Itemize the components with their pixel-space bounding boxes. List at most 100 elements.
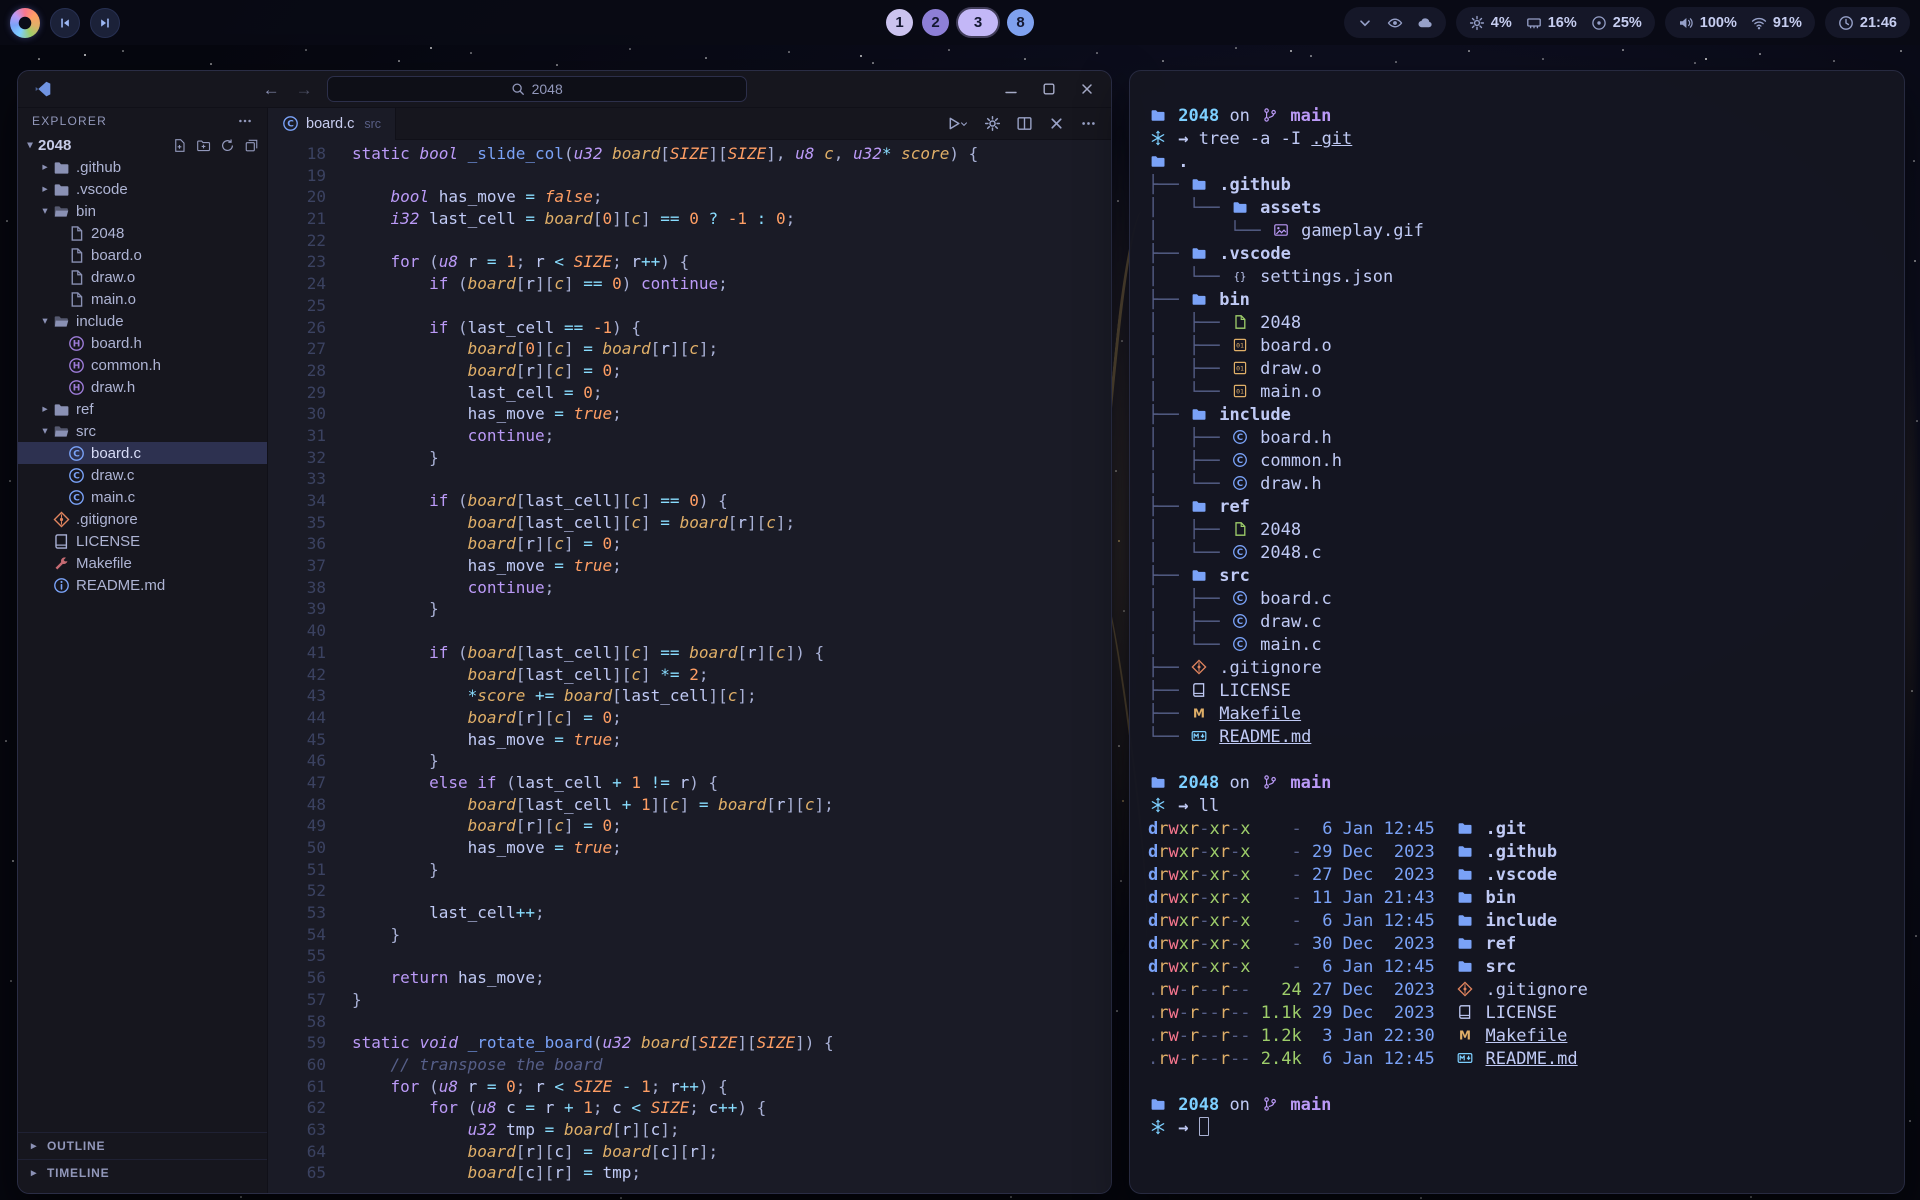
code-line[interactable]: 31 continue; (268, 425, 1111, 447)
tree-item-.github[interactable]: ▸.github (18, 156, 267, 178)
tree-item-draw.c[interactable]: Cdraw.c (18, 464, 267, 486)
code-line[interactable]: 44 board[r][c] = 0; (268, 707, 1111, 729)
tree-item-2048[interactable]: ▾2048 (18, 134, 267, 156)
code-line[interactable]: 20 bool has_move = false; (268, 186, 1111, 208)
workspace-2[interactable]: 2 (922, 9, 949, 36)
code-line[interactable]: 22 (268, 230, 1111, 252)
code-line[interactable]: 64 board[r][c] = board[c][r]; (268, 1141, 1111, 1163)
search-box[interactable]: 2048 (327, 76, 747, 102)
code-line[interactable]: 42 board[last_cell][c] *= 2; (268, 664, 1111, 686)
tree-item-common.h[interactable]: Hcommon.h (18, 354, 267, 376)
code-line[interactable]: 58 (268, 1011, 1111, 1033)
tree-item-board.c[interactable]: Cboard.c (18, 442, 267, 464)
settings-gear-icon[interactable] (984, 115, 1001, 132)
code-line[interactable]: 23 for (u8 r = 1; r < SIZE; r++) { (268, 251, 1111, 273)
tree-item-.gitignore[interactable]: .gitignore (18, 508, 267, 530)
terminal-window[interactable]: 2048 on main → tree -a -I .git .├── .git… (1129, 70, 1905, 1194)
tab-board-c[interactable]: C board.c src (268, 108, 396, 140)
code-line[interactable]: 50 has_move = true; (268, 837, 1111, 859)
tree-item-board.h[interactable]: Hboard.h (18, 332, 267, 354)
more-actions-icon[interactable] (1080, 115, 1097, 132)
code-line[interactable]: 45 has_move = true; (268, 729, 1111, 751)
code-line[interactable]: 62 for (u8 c = r + 1; c < SIZE; c++) { (268, 1097, 1111, 1119)
code-line[interactable]: 49 board[r][c] = 0; (268, 815, 1111, 837)
tree-item-LICENSE[interactable]: LICENSE (18, 530, 267, 552)
tree-item-main.o[interactable]: main.o (18, 288, 267, 310)
tree-item-README.md[interactable]: README.md (18, 574, 267, 596)
minimize-button[interactable] (1003, 81, 1019, 97)
code-line[interactable]: 24 if (board[r][c] == 0) continue; (268, 273, 1111, 295)
clock-group[interactable]: 21:46 (1825, 7, 1910, 38)
workspace-3[interactable]: 3 (958, 9, 998, 36)
code-line[interactable]: 57} (268, 989, 1111, 1011)
code-line[interactable]: 27 board[0][c] = board[r][c]; (268, 338, 1111, 360)
split-editor-icon[interactable] (1016, 115, 1033, 132)
tree-item-bin[interactable]: ▾bin (18, 200, 267, 222)
code-line[interactable]: 25 (268, 295, 1111, 317)
audio-network-group[interactable]: 100%91% (1665, 7, 1815, 38)
tree-item-Makefile[interactable]: Makefile (18, 552, 267, 574)
code-line[interactable]: 30 has_move = true; (268, 403, 1111, 425)
tree-item-src[interactable]: ▾src (18, 420, 267, 442)
media-prev-button[interactable] (50, 8, 80, 38)
code-line[interactable]: 54 } (268, 924, 1111, 946)
code-line[interactable]: 55 (268, 945, 1111, 967)
code-line[interactable]: 32 } (268, 447, 1111, 469)
outline-panel[interactable]: ▸OUTLINE (18, 1133, 267, 1159)
code-line[interactable]: 56 return has_move; (268, 967, 1111, 989)
tree-item-main.c[interactable]: Cmain.c (18, 486, 267, 508)
code-line[interactable]: 33 (268, 468, 1111, 490)
code-line[interactable]: 65 board[c][r] = tmp; (268, 1162, 1111, 1184)
code-line[interactable]: 47 else if (last_cell + 1 != r) { (268, 772, 1111, 794)
code-line[interactable]: 18static bool _slide_col(u32 board[SIZE]… (268, 143, 1111, 165)
system-stats-group[interactable]: 4%16%25% (1456, 7, 1655, 38)
run-button[interactable] (945, 115, 969, 132)
code-line[interactable]: 19 (268, 165, 1111, 187)
code-line[interactable]: 43 *score += board[last_cell][c]; (268, 685, 1111, 707)
collapse-icon[interactable] (244, 138, 259, 153)
tree-item-draw.h[interactable]: Hdraw.h (18, 376, 267, 398)
code-line[interactable]: 38 continue; (268, 577, 1111, 599)
close-editor-icon[interactable] (1048, 115, 1065, 132)
code-line[interactable]: 39 } (268, 598, 1111, 620)
tree-item-2048[interactable]: 2048 (18, 222, 267, 244)
tree-item-board.o[interactable]: board.o (18, 244, 267, 266)
code-line[interactable]: 29 last_cell = 0; (268, 382, 1111, 404)
tree-item-ref[interactable]: ▸ref (18, 398, 267, 420)
code-line[interactable]: 35 board[last_cell][c] = board[r][c]; (268, 512, 1111, 534)
code-line[interactable]: 34 if (board[last_cell][c] == 0) { (268, 490, 1111, 512)
code-line[interactable]: 48 board[last_cell + 1][c] = board[r][c]… (268, 794, 1111, 816)
code-line[interactable]: 63 u32 tmp = board[r][c]; (268, 1119, 1111, 1141)
tree-item-draw.o[interactable]: draw.o (18, 266, 267, 288)
code-line[interactable]: 60 // transpose the board (268, 1054, 1111, 1076)
code-line[interactable]: 51 } (268, 859, 1111, 881)
code-line[interactable]: 41 if (board[last_cell][c] == board[r][c… (268, 642, 1111, 664)
close-window-button[interactable] (1079, 81, 1095, 97)
code-line[interactable]: 26 if (last_cell == -1) { (268, 317, 1111, 339)
tray-group[interactable] (1344, 7, 1446, 38)
code-line[interactable]: 52 (268, 880, 1111, 902)
refresh-icon[interactable] (220, 138, 235, 153)
workspace-8[interactable]: 8 (1007, 9, 1034, 36)
code-line[interactable]: 28 board[r][c] = 0; (268, 360, 1111, 382)
code-line[interactable]: 36 board[r][c] = 0; (268, 533, 1111, 555)
code-line[interactable]: 59static void _rotate_board(u32 board[SI… (268, 1032, 1111, 1054)
code-line[interactable]: 46 } (268, 750, 1111, 772)
maximize-button[interactable] (1041, 81, 1057, 97)
tree-item-include[interactable]: ▾include (18, 310, 267, 332)
nav-forward-button[interactable]: → (296, 81, 313, 98)
code-line[interactable]: 40 (268, 620, 1111, 642)
system-settings-logo[interactable] (10, 8, 40, 38)
code-line[interactable]: 61 for (u8 r = 0; r < SIZE - 1; r++) { (268, 1076, 1111, 1098)
nav-back-button[interactable]: ← (263, 81, 280, 98)
new-file-icon[interactable] (172, 138, 187, 153)
tree-item-.vscode[interactable]: ▸.vscode (18, 178, 267, 200)
code-area[interactable]: 18static bool _slide_col(u32 board[SIZE]… (268, 140, 1111, 1193)
media-next-button[interactable] (90, 8, 120, 38)
workspace-1[interactable]: 1 (886, 9, 913, 36)
timeline-panel[interactable]: ▸TIMELINE (18, 1159, 267, 1185)
code-line[interactable]: 53 last_cell++; (268, 902, 1111, 924)
code-line[interactable]: 37 has_move = true; (268, 555, 1111, 577)
code-line[interactable]: 21 i32 last_cell = board[0][c] == 0 ? -1… (268, 208, 1111, 230)
editor-titlebar[interactable]: ← → 2048 (18, 71, 1111, 108)
